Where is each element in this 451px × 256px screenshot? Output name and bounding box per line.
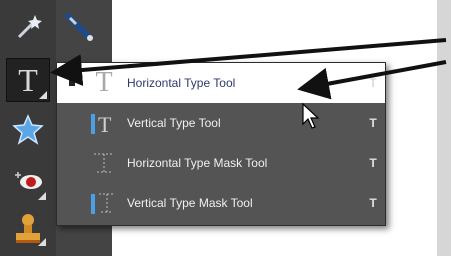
menu-item-shortcut: T bbox=[369, 76, 377, 90]
current-tool-indicator-icon bbox=[69, 80, 75, 86]
menu-item-shortcut: T bbox=[369, 156, 377, 170]
horizontal-type-icon: T bbox=[95, 67, 113, 98]
quick-selection-icon bbox=[65, 13, 93, 41]
horizontal-type-mask-icon bbox=[87, 146, 121, 180]
menu-item-horizontal-type-tool[interactable]: T Horizontal Type Tool T bbox=[57, 63, 385, 103]
type-tool-flyout-menu: T Horizontal Type Tool T T Vertical Type… bbox=[56, 62, 386, 226]
magic-wand-icon bbox=[17, 15, 42, 39]
menu-item-label: Horizontal Type Mask Tool bbox=[127, 156, 268, 170]
custom-shape-tool[interactable] bbox=[8, 110, 48, 150]
svg-text:T: T bbox=[98, 112, 112, 137]
menu-item-vertical-type-tool[interactable]: T Vertical Type Tool T bbox=[57, 103, 385, 143]
flyout-indicator-icon bbox=[38, 238, 46, 246]
menu-item-shortcut: T bbox=[369, 196, 377, 210]
canvas-edge bbox=[437, 0, 451, 256]
quick-selection-tool[interactable] bbox=[60, 8, 100, 48]
menu-item-label: Vertical Type Mask Tool bbox=[127, 196, 253, 210]
vertical-type-icon: T bbox=[87, 106, 121, 140]
magic-wand-tool[interactable] bbox=[8, 8, 48, 48]
custom-shape-icon bbox=[12, 114, 44, 145]
menu-item-horizontal-type-mask-tool[interactable]: Horizontal Type Mask Tool T bbox=[57, 143, 385, 183]
clone-stamp-tool[interactable] bbox=[8, 208, 48, 248]
type-tool-button[interactable]: T bbox=[6, 58, 50, 102]
type-tool-icon: T bbox=[18, 61, 38, 98]
menu-item-label: Horizontal Type Tool bbox=[127, 76, 236, 90]
flyout-indicator-icon bbox=[38, 192, 46, 200]
menu-item-shortcut: T bbox=[369, 116, 377, 130]
menu-item-label: Vertical Type Tool bbox=[127, 116, 221, 130]
red-eye-tool[interactable] bbox=[8, 162, 48, 202]
vertical-type-mask-icon bbox=[87, 186, 121, 220]
flyout-indicator-icon bbox=[39, 91, 47, 99]
menu-item-vertical-type-mask-tool[interactable]: Vertical Type Mask Tool T bbox=[57, 183, 385, 223]
